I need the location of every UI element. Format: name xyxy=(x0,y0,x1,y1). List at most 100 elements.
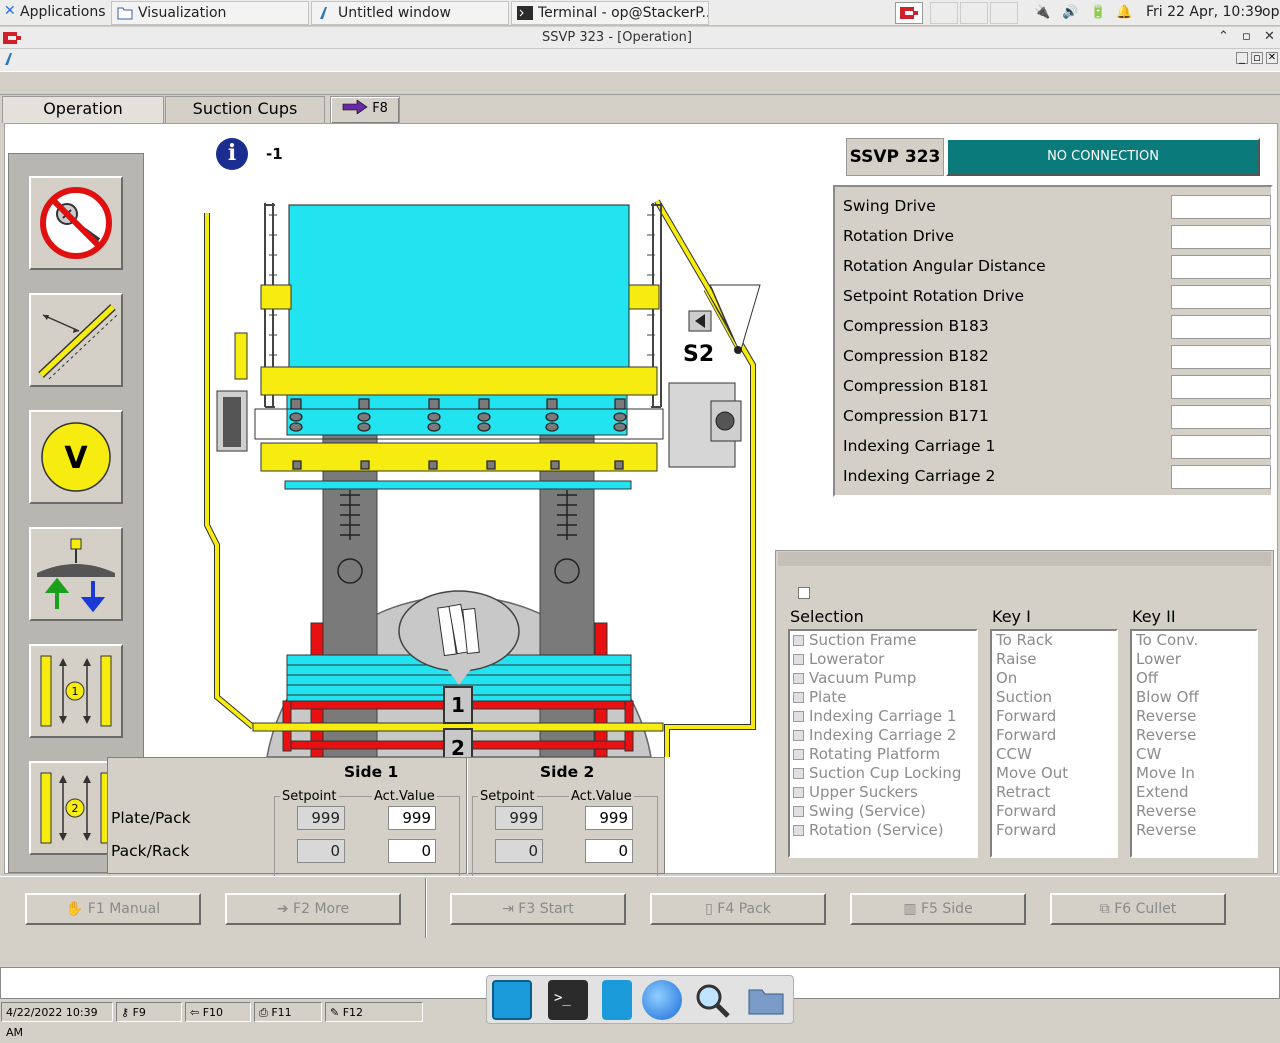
desktop-icon[interactable] xyxy=(492,980,532,1020)
pack-icon: ▯ xyxy=(705,901,713,917)
list-item: Forward xyxy=(996,726,1057,744)
taskbar-window-terminal[interactable]: Terminal - op@StackerP... xyxy=(511,1,709,25)
checkbox[interactable] xyxy=(793,711,804,722)
user-menu[interactable]: op xyxy=(1262,4,1279,20)
param-value-field xyxy=(1171,195,1271,219)
taskbar-window-untitled[interactable]: Untitled window xyxy=(311,1,509,25)
side-icon: ▥ xyxy=(903,901,917,917)
list-item[interactable]: Lowerator xyxy=(790,650,976,669)
menubar: _ ▫ ✕ xyxy=(0,49,1280,71)
list-item: Off xyxy=(1136,669,1159,687)
status-f10[interactable]: ⇦ F10 xyxy=(185,1002,251,1022)
arrow-left-icon: ⇦ xyxy=(190,1006,200,1019)
restore-child-icon[interactable]: ▫ xyxy=(1251,52,1263,64)
list-item: Reverse xyxy=(1136,707,1197,725)
app-menu-icon[interactable] xyxy=(2,52,16,66)
side1-pack-actvalue: 0 xyxy=(388,839,436,863)
status-f9[interactable]: ⚷ F9 xyxy=(116,1002,182,1022)
list-item[interactable]: Indexing Carriage 2 xyxy=(790,726,976,745)
folder-icon[interactable] xyxy=(746,980,786,1020)
f1-manual-button[interactable]: ✋ F1 Manual xyxy=(25,893,201,925)
minimize-child-icon[interactable]: _ xyxy=(1236,52,1248,64)
param-value-field xyxy=(1171,255,1271,279)
checkbox[interactable] xyxy=(793,749,804,760)
battery-icon[interactable]: 🔋 xyxy=(1090,5,1106,20)
param-row: Compression B182 xyxy=(843,341,1271,371)
workspace-1[interactable] xyxy=(930,2,958,24)
checkbox[interactable] xyxy=(793,635,804,646)
terminal-icon[interactable]: >_ xyxy=(548,980,588,1020)
search-icon[interactable] xyxy=(692,980,732,1020)
folder-icon xyxy=(117,7,133,20)
checkbox[interactable] xyxy=(793,692,804,703)
info-icon[interactable]: i xyxy=(216,138,248,170)
list-item[interactable]: Suction Cup Locking xyxy=(790,764,976,783)
actvalue-label: Act.Value xyxy=(372,789,437,804)
active-app-icon[interactable] xyxy=(895,2,923,24)
volume-icon[interactable]: 🔊 xyxy=(1062,5,1078,20)
param-row: Setpoint Rotation Drive xyxy=(843,281,1271,311)
tab-f8[interactable]: F8 xyxy=(330,96,400,123)
workspace-3[interactable] xyxy=(990,2,1018,24)
notification-icon[interactable]: 🔔 xyxy=(1116,5,1132,20)
checkbox[interactable] xyxy=(793,654,804,665)
list-item[interactable]: Swing (Service) xyxy=(790,802,976,821)
no-tools-button[interactable] xyxy=(29,176,123,270)
list-item[interactable]: Rotating Platform xyxy=(790,745,976,764)
f3-start-button[interactable]: ⇥ F3 Start xyxy=(450,893,626,925)
arrow-right-icon xyxy=(342,99,368,115)
workspace-2[interactable] xyxy=(960,2,988,24)
list-item[interactable]: Indexing Carriage 1 xyxy=(790,707,976,726)
close-icon[interactable]: ✕ xyxy=(1264,29,1275,44)
lift-button[interactable] xyxy=(29,527,123,621)
param-label: Rotation Angular Distance xyxy=(843,257,1046,275)
checkbox[interactable] xyxy=(793,825,804,836)
taskbar-window-visualization[interactable]: Visualization xyxy=(111,1,309,25)
maximize-icon[interactable]: ▫ xyxy=(1242,29,1251,44)
param-row: Rotation Angular Distance xyxy=(843,251,1271,281)
list-item[interactable]: Upper Suckers xyxy=(790,783,976,802)
checkbox[interactable] xyxy=(793,806,804,817)
f5-side-button[interactable]: ▥ F5 Side xyxy=(850,893,1026,925)
device-label: SSVP 323 xyxy=(846,138,944,176)
key1-title: Key I xyxy=(992,607,1031,626)
hand-icon: ✋ xyxy=(65,901,84,917)
browser-icon[interactable] xyxy=(642,980,682,1020)
list-item: To Rack xyxy=(996,631,1053,649)
status-f12[interactable]: ✎ F12 xyxy=(325,1002,423,1022)
status-f11[interactable]: ⎙ F11 xyxy=(254,1002,322,1022)
f6-cullet-button[interactable]: ⧉ F6 Cullet xyxy=(1050,893,1226,925)
checkbox[interactable] xyxy=(793,787,804,798)
pack-rack-label: Pack/Rack xyxy=(111,842,190,860)
list-item[interactable]: Suction Frame xyxy=(790,631,976,650)
actvalue-label: Act.Value xyxy=(569,789,634,804)
v-button[interactable]: V xyxy=(29,410,123,504)
key-panel-header xyxy=(778,552,1271,566)
checkbox[interactable] xyxy=(793,768,804,779)
files-icon[interactable] xyxy=(602,980,632,1020)
carriage-1-icon: 1 xyxy=(40,655,112,727)
list-item: Suction xyxy=(996,688,1053,706)
f4-pack-button[interactable]: ▯ F4 Pack xyxy=(650,893,826,925)
list-item[interactable]: Rotation (Service) xyxy=(790,821,976,840)
param-row: Rotation Drive xyxy=(843,221,1271,251)
machine-diagram: S2 1 2 xyxy=(204,199,761,757)
terminal-icon xyxy=(517,6,533,20)
angle-measure-button[interactable] xyxy=(29,293,123,387)
list-item: Raise xyxy=(996,650,1037,668)
applications-menu[interactable]: Applications xyxy=(2,3,106,20)
chevron-up-icon[interactable]: ⌃ xyxy=(1218,29,1229,44)
network-icon[interactable]: 🔌 xyxy=(1034,5,1050,20)
svg-text:2: 2 xyxy=(72,802,79,815)
checkbox[interactable] xyxy=(793,673,804,684)
key-panel-checkbox[interactable] xyxy=(798,587,810,599)
carriage-1-button[interactable]: 1 xyxy=(29,644,123,738)
list-item[interactable]: Plate xyxy=(790,688,976,707)
checkbox[interactable] xyxy=(793,730,804,741)
tab-operation[interactable]: Operation xyxy=(2,96,164,123)
close-child-icon[interactable]: ✕ xyxy=(1266,52,1278,64)
f2-more-button[interactable]: ➔ F2 More xyxy=(225,893,401,925)
list-item[interactable]: Vacuum Pump xyxy=(790,669,976,688)
tab-suction-cups[interactable]: Suction Cups xyxy=(165,96,325,123)
clock[interactable]: Fri 22 Apr, 10:39 xyxy=(1146,4,1263,20)
